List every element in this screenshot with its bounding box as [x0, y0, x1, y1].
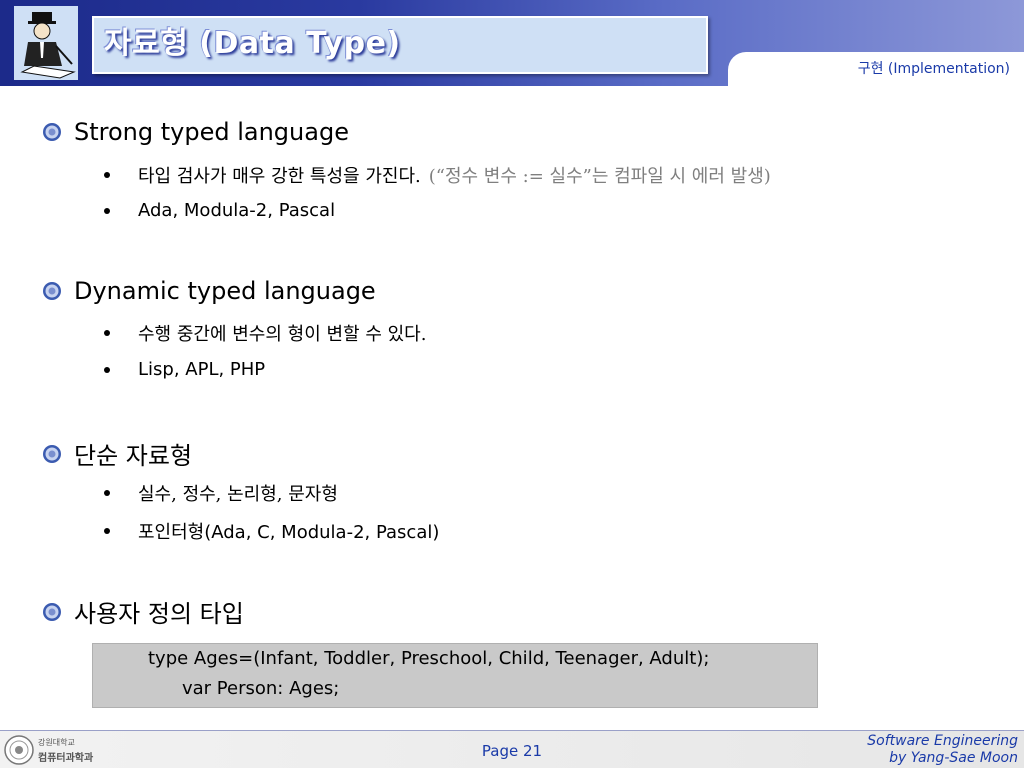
section-heading: 단순 자료형 [42, 436, 192, 471]
code-line: var Person: Ages; [182, 678, 340, 699]
seal-bullet-icon [43, 123, 61, 141]
section-heading-text: Strong typed language [74, 118, 349, 146]
footer-credit: Software Engineering by Yang-Sae Moon [867, 733, 1018, 767]
bullet-dot [104, 366, 110, 373]
bullet-dot [104, 528, 110, 534]
list-item-text: 타입 검사가 매우 강한 특성을 가진다. [138, 166, 421, 187]
code-line: type Ages=(Infant, Toddler, Preschool, C… [148, 648, 710, 669]
author-name: by Yang-Sae Moon [889, 750, 1018, 766]
section-heading: 사용자 정의 타입 [42, 594, 244, 629]
slide-content: Strong typed language 타입 검사가 매우 강한 특성을 가… [0, 0, 1024, 768]
bullet-dot [104, 207, 110, 214]
seal-bullet-icon [43, 444, 61, 463]
list-item-text: Lisp, APL, PHP [138, 359, 266, 380]
list-item-text: Ada, Modula-2, Pascal [138, 200, 336, 221]
list-item: 타입 검사가 매우 강한 특성을 가진다. (“정수 변수 := 실수”는 컴파… [104, 162, 771, 188]
section-heading-text: 사용자 정의 타입 [74, 600, 244, 628]
section-heading: Dynamic typed language [42, 277, 376, 305]
list-item-note: (“정수 변수 := 실수”는 컴파일 시 에러 발생) [428, 166, 771, 187]
bullet-dot [104, 172, 110, 178]
seal-bullet-icon [43, 282, 61, 300]
bullet-dot [104, 490, 110, 496]
seal-bullet-icon [43, 602, 61, 621]
list-item: 실수, 정수, 논리형, 문자형 [104, 480, 338, 506]
section-heading-text: 단순 자료형 [74, 442, 193, 470]
list-item: 포인터형(Ada, C, Modula-2, Pascal) [104, 518, 439, 544]
list-item-text: 포인터형(Ada, C, Modula-2, Pascal) [138, 522, 440, 543]
list-item: 수행 중간에 변수의 형이 변할 수 있다. [104, 320, 426, 346]
section-heading: Strong typed language [42, 118, 349, 146]
list-item: Lisp, APL, PHP [104, 359, 265, 380]
list-item-text: 실수, 정수, 논리형, 문자형 [138, 484, 338, 505]
section-heading-text: Dynamic typed language [74, 277, 376, 305]
course-name: Software Engineering [867, 733, 1018, 749]
bullet-dot [104, 330, 110, 336]
list-item-text: 수행 중간에 변수의 형이 변할 수 있다. [138, 324, 427, 345]
list-item: Ada, Modula-2, Pascal [104, 200, 335, 221]
